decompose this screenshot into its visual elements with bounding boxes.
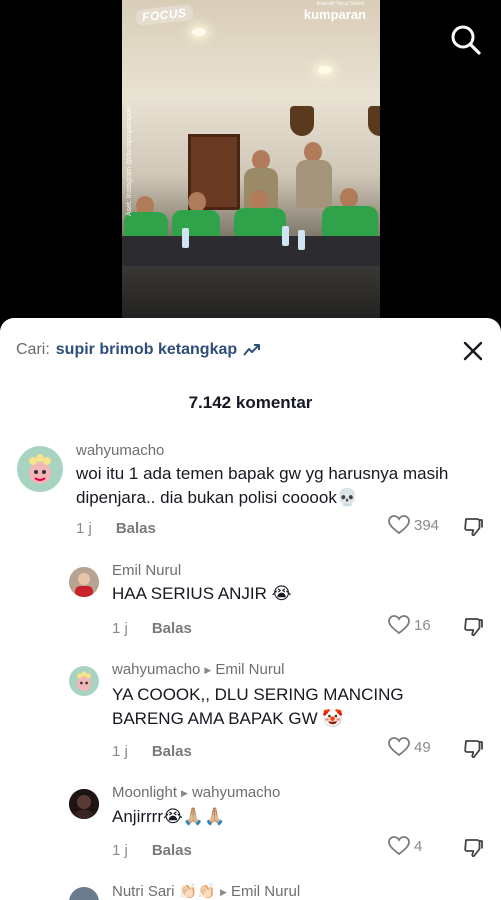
kumparan-logo: kumparan xyxy=(303,7,366,22)
video-frame[interactable]: FOCUS Aspiratif Tepat Terkini kumparan A… xyxy=(122,0,380,320)
wall-emblem xyxy=(368,106,380,136)
floor xyxy=(122,266,380,320)
reply-button[interactable]: Balas xyxy=(152,620,192,637)
heart-icon xyxy=(388,515,410,535)
search-icon xyxy=(451,25,481,55)
avatar-illustration xyxy=(76,671,92,691)
avatar[interactable] xyxy=(69,666,99,696)
reply-item: Moonlight ▶ wahyumacho Anjirrrr😭🙏🏼🙏🏼 1 j Ba… xyxy=(0,784,501,864)
like-button[interactable]: 4 xyxy=(388,836,422,856)
comment-time: 1 j xyxy=(112,842,128,859)
reply-button[interactable]: Balas xyxy=(152,743,192,760)
comment-username[interactable]: Moonlight xyxy=(112,784,177,801)
heart-icon xyxy=(388,737,410,757)
dislike-button[interactable] xyxy=(462,738,484,760)
avatar[interactable] xyxy=(69,789,99,819)
dislike-button[interactable] xyxy=(462,516,484,538)
avatar-photo xyxy=(69,567,99,597)
avatar[interactable] xyxy=(17,446,63,492)
like-count: 394 xyxy=(414,516,440,534)
comment-text: woi itu 1 ada temen bapak gw yg harusnya… xyxy=(76,464,449,507)
video-credit: Aset: Instagram @divisipropampolri xyxy=(126,105,133,216)
comment-username[interactable]: Nutri Sari 👏🏻👏🏻 xyxy=(112,883,216,900)
like-button[interactable]: 49 xyxy=(388,737,431,757)
search-suggestion[interactable]: Cari: supir brimob ketangkap xyxy=(16,341,261,359)
comment-username[interactable]: wahyumacho xyxy=(112,661,200,678)
close-icon xyxy=(463,341,483,361)
thumbs-down-icon xyxy=(464,740,483,759)
person xyxy=(304,142,322,162)
like-count: 4 xyxy=(414,837,423,855)
person xyxy=(340,188,358,208)
comment-text: Anjirrrr😭🙏🏼🙏🏼 xyxy=(112,807,226,826)
person xyxy=(322,206,378,240)
heart-icon xyxy=(388,615,410,635)
search-prefix: Cari: xyxy=(16,341,50,358)
like-button[interactable]: 394 xyxy=(388,515,439,535)
comment-meta: 1 j Balas xyxy=(76,520,156,537)
wall-emblem xyxy=(290,106,314,136)
avatar-photo xyxy=(69,789,99,819)
reply-arrow-icon: ▶ xyxy=(204,665,212,675)
comment-username-line: Moonlight ▶ wahyumacho xyxy=(112,784,280,801)
dislike-button[interactable] xyxy=(462,837,484,859)
comment-time: 1 j xyxy=(76,520,92,537)
reply-to-username[interactable]: wahyumacho xyxy=(192,784,280,801)
comment-username[interactable]: wahyumacho xyxy=(76,442,164,459)
comment-text: HAA SERIUS ANJIR 😭 xyxy=(112,584,292,603)
thumbs-down-icon xyxy=(464,839,483,858)
table xyxy=(122,236,380,266)
dislike-button[interactable] xyxy=(462,616,484,638)
comment-username[interactable]: Emil Nurul xyxy=(112,562,181,579)
water-bottle xyxy=(282,226,289,246)
comment-username-line: wahyumacho ▶ Emil Nurul xyxy=(112,661,285,678)
like-count: 49 xyxy=(414,738,431,756)
reply-to-username[interactable]: Emil Nurul xyxy=(215,661,284,678)
comment-text: YA COOOK,, DLU SERING MANCING BARENG AMA… xyxy=(112,685,404,728)
avatar-illustration xyxy=(29,454,51,484)
like-button[interactable]: 16 xyxy=(388,615,431,635)
person xyxy=(188,192,206,212)
ceiling-light xyxy=(192,28,206,36)
trending-icon xyxy=(243,344,261,356)
thumbs-down-icon xyxy=(464,618,483,637)
comment-meta: 1 j Balas xyxy=(112,842,192,859)
focus-logo: FOCUS xyxy=(135,4,194,26)
comment-count: 7.142 komentar xyxy=(188,393,313,412)
person xyxy=(250,190,268,210)
comment-sheet: Cari: supir brimob ketangkap 7.142 komen… xyxy=(0,318,501,900)
comment-time: 1 j xyxy=(112,743,128,760)
video-background[interactable]: FOCUS Aspiratif Tepat Terkini kumparan A… xyxy=(0,0,501,330)
comment-item: wahyumacho woi itu 1 ada temen bapak gw … xyxy=(0,440,501,550)
person xyxy=(296,160,332,208)
reply-item: wahyumacho ▶ Emil Nurul YA COOOK,, DLU SER… xyxy=(0,661,501,771)
reply-arrow-icon: ▶ xyxy=(181,788,188,798)
reply-item: Emil Nurul HAA SERIUS ANJIR 😭 1 j Balas 1… xyxy=(0,562,501,642)
comment-username-line: Nutri Sari 👏🏻👏🏻 ▶ Emil Nurul xyxy=(112,882,300,900)
search-query-link[interactable]: supir brimob ketangkap xyxy=(56,341,237,359)
avatar[interactable] xyxy=(69,887,99,900)
reply-item: Nutri Sari 👏🏻👏🏻 ▶ Emil Nurul xyxy=(0,882,501,900)
search-button[interactable] xyxy=(448,22,484,58)
ceiling-light xyxy=(318,66,332,74)
comment-time: 1 j xyxy=(112,620,128,637)
comment-meta: 1 j Balas xyxy=(112,620,192,637)
close-button[interactable] xyxy=(462,340,484,362)
reply-button[interactable]: Balas xyxy=(152,842,192,859)
reply-to-username[interactable]: Emil Nurul xyxy=(231,883,300,900)
water-bottle xyxy=(182,228,189,248)
heart-icon xyxy=(388,836,410,856)
person xyxy=(252,150,270,170)
reply-arrow-icon: ▶ xyxy=(220,887,227,897)
water-bottle xyxy=(298,230,305,250)
comment-meta: 1 j Balas xyxy=(112,743,192,760)
reply-button[interactable]: Balas xyxy=(116,520,156,537)
thumbs-down-icon xyxy=(464,518,483,537)
avatar[interactable] xyxy=(69,567,99,597)
like-count: 16 xyxy=(414,616,431,634)
